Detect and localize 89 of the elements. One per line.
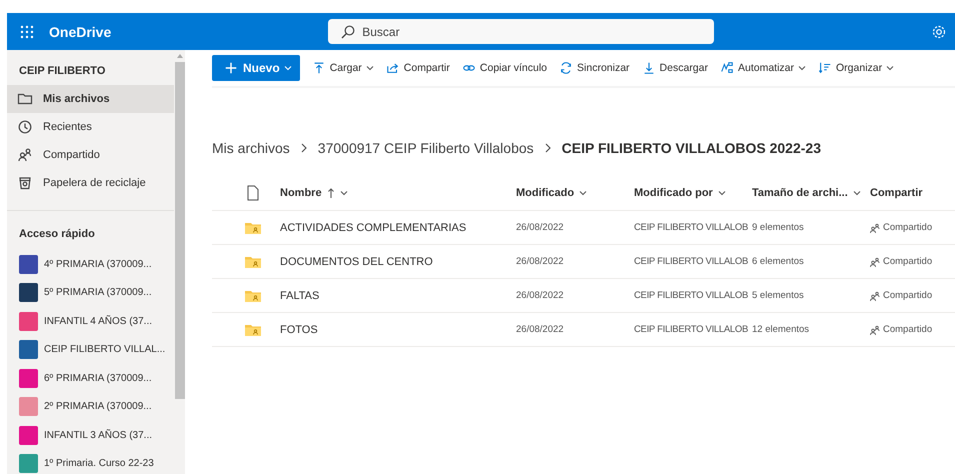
quick-access-item[interactable]: 1º Primaria. Curso 22-23 bbox=[7, 450, 174, 474]
settings-icon[interactable] bbox=[931, 24, 947, 40]
column-header[interactable]: Nombre bbox=[274, 186, 516, 198]
table-cell: 6 elementos bbox=[752, 256, 804, 267]
nav-label: Mis archivos bbox=[43, 93, 110, 105]
table-cell: 26/08/2022 bbox=[516, 324, 564, 335]
quick-access-label: 6º PRIMARIA (370009... bbox=[44, 372, 152, 384]
column-header[interactable]: Tamaño de archi... bbox=[752, 186, 870, 198]
nav-item[interactable]: Mis archivos bbox=[7, 85, 174, 113]
shared-folder-icon bbox=[245, 324, 261, 336]
people-icon bbox=[870, 222, 880, 232]
toolbar-button[interactable]: Automatizar bbox=[714, 55, 812, 81]
nav-item[interactable]: Recientes bbox=[7, 113, 174, 141]
toolbar-button[interactable]: Copiar vínculo bbox=[456, 55, 554, 81]
table-cell: 26/08/2022 bbox=[516, 290, 564, 301]
breadcrumb-link[interactable]: Mis archivos bbox=[212, 140, 290, 156]
app-name[interactable]: OneDrive bbox=[49, 24, 112, 40]
column-header[interactable]: Compartir bbox=[870, 186, 950, 198]
search-icon bbox=[340, 24, 356, 40]
table-cell: CEIP FILIBERTO VILLALOB bbox=[634, 324, 748, 335]
quick-access-label: 4º PRIMARIA (370009... bbox=[44, 258, 152, 270]
shared-folder-icon bbox=[245, 290, 261, 302]
quick-access-item[interactable]: 5º PRIMARIA (370009... bbox=[7, 278, 174, 307]
table-cell: 5 elementos bbox=[752, 290, 804, 301]
nav-label: Papelera de reciclaje bbox=[43, 177, 146, 189]
search-field[interactable]: Buscar bbox=[328, 19, 714, 44]
quick-access-label: INFANTIL 4 AÑOS (37... bbox=[44, 316, 152, 327]
file-name-link[interactable]: DOCUMENTOS DEL CENTRO bbox=[280, 256, 433, 268]
recycle-bin-icon bbox=[17, 175, 33, 191]
flow-icon bbox=[720, 61, 734, 75]
sharing-status[interactable]: Compartido bbox=[870, 222, 932, 233]
toolbar-button[interactable]: Descargar bbox=[636, 55, 714, 81]
file-name-link[interactable]: ACTIVIDADES COMPLEMENTARIAS bbox=[280, 222, 466, 234]
file-name-link[interactable]: FALTAS bbox=[280, 290, 320, 302]
people-icon bbox=[17, 147, 33, 163]
quick-access-label: 2º PRIMARIA (370009... bbox=[44, 401, 152, 412]
nav-label: Recientes bbox=[43, 121, 92, 133]
new-button[interactable]: Nuevo bbox=[212, 55, 300, 81]
nav-item[interactable]: Papelera de reciclaje bbox=[7, 169, 174, 197]
plus-icon bbox=[224, 61, 238, 75]
people-icon bbox=[870, 256, 880, 266]
account-name: CEIP FILIBERTO bbox=[18, 64, 106, 79]
quick-access-label: 1º Primaria. Curso 22-23 bbox=[44, 458, 154, 470]
quick-access-item[interactable]: INFANTIL 4 AÑOS (37... bbox=[7, 307, 174, 336]
people-icon bbox=[870, 290, 880, 300]
app-launcher-icon bbox=[19, 24, 35, 40]
clock-icon bbox=[17, 119, 33, 135]
quick-access-item[interactable]: 2º PRIMARIA (370009... bbox=[7, 392, 174, 421]
file-name-link[interactable]: FOTOS bbox=[280, 324, 318, 336]
sharing-status[interactable]: Compartido bbox=[870, 290, 932, 301]
share-icon bbox=[386, 61, 400, 75]
quick-access-label: INFANTIL 3 AÑOS (37... bbox=[44, 430, 152, 441]
file-type-icon bbox=[246, 184, 260, 200]
toolbar-button[interactable]: Organizar bbox=[812, 55, 900, 81]
chevron-right-icon bbox=[298, 142, 309, 154]
quick-access-item[interactable]: INFANTIL 3 AÑOS (37... bbox=[7, 421, 174, 450]
toolbar-button[interactable]: Compartir bbox=[380, 55, 456, 81]
column-header[interactable]: Modificado bbox=[516, 186, 634, 198]
sharing-status[interactable]: Compartido bbox=[870, 324, 932, 335]
chevron-right-icon bbox=[542, 142, 553, 154]
quick-access-label: CEIP FILIBERTO VILLAL... bbox=[44, 344, 166, 356]
table-cell: CEIP FILIBERTO VILLALOB bbox=[634, 256, 748, 267]
sort-icon bbox=[818, 61, 832, 75]
toolbar-button[interactable]: Cargar bbox=[306, 55, 380, 81]
table-cell: 12 elementos bbox=[752, 324, 810, 335]
breadcrumb-link[interactable]: 37000917 CEIP Filiberto Villalobos bbox=[318, 140, 534, 156]
download-icon bbox=[642, 61, 656, 75]
sync-icon bbox=[559, 61, 574, 75]
shared-folder-icon bbox=[245, 222, 261, 234]
folder-icon bbox=[17, 91, 33, 107]
table-cell: CEIP FILIBERTO VILLALOB bbox=[634, 290, 748, 301]
nav-item[interactable]: Compartido bbox=[7, 141, 174, 169]
sharing-status[interactable]: Compartido bbox=[870, 256, 932, 267]
table-cell: 9 elementos bbox=[752, 222, 804, 233]
upload-icon bbox=[312, 61, 326, 75]
quick-access-item[interactable]: 4º PRIMARIA (370009... bbox=[7, 250, 174, 278]
column-header[interactable]: Modificado por bbox=[634, 186, 752, 198]
table-cell: CEIP FILIBERTO VILLALOB bbox=[634, 222, 748, 233]
quick-access-item[interactable]: CEIP FILIBERTO VILLAL... bbox=[7, 336, 174, 364]
section-title: Acceso rápido bbox=[18, 227, 96, 242]
quick-access-label: 5º PRIMARIA (370009... bbox=[44, 287, 152, 298]
shared-folder-icon bbox=[245, 256, 261, 268]
table-cell: 26/08/2022 bbox=[516, 222, 564, 233]
people-icon bbox=[870, 324, 880, 334]
table-cell: 26/08/2022 bbox=[516, 256, 564, 267]
quick-access-item[interactable]: 6º PRIMARIA (370009... bbox=[7, 364, 174, 392]
toolbar-button[interactable]: Sincronizar bbox=[553, 55, 636, 81]
nav-label: Compartido bbox=[43, 149, 100, 161]
breadcrumb-link[interactable]: CEIP FILIBERTO VILLALOBOS 2022-23 bbox=[562, 140, 821, 156]
